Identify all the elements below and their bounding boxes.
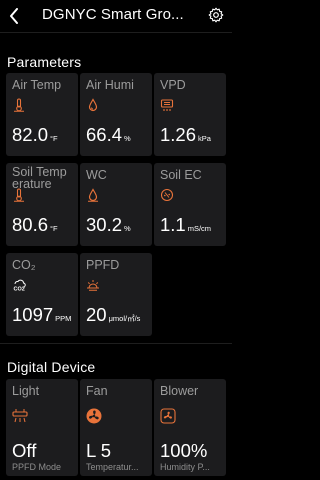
gear-icon [208,7,224,23]
card-label: Air Humi [86,78,134,92]
air-humidity-card[interactable]: Air Humi 66.4% [80,73,152,156]
soil-temperature-card[interactable]: Soil Temp erature 80.6 °F [6,163,78,246]
back-button[interactable] [6,5,22,25]
air-temp-card[interactable]: Air Temp 82.0 °F [6,73,78,156]
card-label: Fan [86,384,108,398]
sun-icon [87,280,99,291]
droplet-icon [88,188,98,202]
fan-device-card[interactable]: Fan L 5 Temperatur... [80,379,152,476]
card-label: VPD [160,78,186,92]
blower-device-card[interactable]: Blower 100% Humidity P... [154,379,226,476]
droplet-icon [88,98,98,112]
card-value: 1.26 kPa [160,124,211,145]
chevron-left-icon [10,8,18,24]
card-value: 80.6 °F [12,214,58,235]
co2-icon: CO2 [14,279,26,293]
card-mode-label: PPFD Mode [12,462,62,472]
card-value: L 5 [86,440,112,461]
card-label: CO₂ [12,258,36,272]
card-value: 30.2% [86,214,131,235]
co2-card[interactable]: CO₂ CO2 1097 PPM [6,253,78,336]
card-value: 20 μmol/㎡/s [86,304,141,325]
card-label: Light [12,384,40,398]
soil-ec-card[interactable]: Soil EC 1.1 mS/cm [154,163,226,246]
light-device-card[interactable]: Light Off PPFD Mode [6,379,78,476]
vpd-card[interactable]: VPD 1.26 kPa [154,73,226,156]
card-label: Blower [160,384,199,398]
top-bar: DGNYC Smart Gro... [0,0,232,32]
card-label: PPFD [86,258,120,272]
settings-button[interactable] [208,7,224,23]
fan-icon [86,408,102,424]
digital-device-section-title: Digital Device [7,359,96,375]
card-value: 66.4% [86,124,131,145]
card-value: 82.0 °F [12,124,58,145]
svg-text:CO2: CO2 [14,287,25,293]
thermometer-icon [14,188,24,202]
ec-icon [160,188,174,202]
parameters-section-title: Parameters [7,54,82,70]
water-content-card[interactable]: WC 30.2% [80,163,152,246]
header-divider [0,32,232,33]
section-divider [0,343,232,344]
thermometer-icon [14,98,24,112]
ppfd-card[interactable]: PPFD 20 μmol/㎡/s [80,253,152,336]
vpd-icon [160,99,174,111]
card-mode-label: Humidity P... [160,462,210,472]
card-label: Air Temp [12,78,62,92]
blower-icon [160,408,176,424]
card-mode-label: Temperatur... [86,462,139,472]
card-value: 1097 PPM [12,304,72,325]
grow-light-icon [12,409,28,423]
page-title: DGNYC Smart Gro... [42,6,184,23]
card-label: Soil EC [160,168,202,182]
card-value: Off [12,440,37,461]
card-label: Soil Temp erature [12,166,67,190]
card-value: 1.1 mS/cm [160,214,212,235]
card-label: WC [86,168,107,182]
card-value: 100% [160,440,208,461]
